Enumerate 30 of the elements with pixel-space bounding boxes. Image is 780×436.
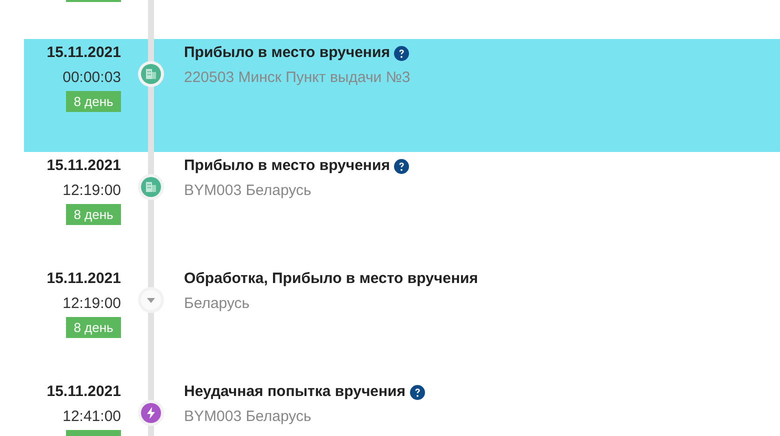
building-icon: [138, 61, 164, 87]
event-time: 12:41:00: [62, 407, 121, 427]
event-place: Беларусь: [184, 294, 251, 314]
bolt-icon: [138, 400, 164, 426]
event-title: Прибыло в место вручения: [184, 43, 390, 63]
event-title: Неудачная попытка вручения: [184, 382, 406, 402]
event-time: 12:19:00: [62, 294, 121, 314]
timeline-row[interactable]: 15.11.2021 12:19:00 8 день Обработка, Прибыло в место вручения Беларусь: [24, 265, 780, 378]
help-icon[interactable]: [394, 46, 409, 60]
event-date: 15.11.2021: [46, 269, 121, 289]
day-badge: 8 день: [66, 91, 121, 112]
timeline-row[interactable]: 15.11.2021 12:19:00 8 день Прибыло в место вручения BYM003 Беларусь: [24, 152, 780, 265]
event-place: 220503 Минск Пункт выдачи №3: [184, 68, 412, 88]
event-title: Прибыло в место вручения: [184, 156, 390, 176]
event-title: Обработка, Прибыло в место вручения: [184, 269, 478, 289]
event-place: BYM003 Беларусь: [184, 407, 312, 427]
building-icon: [138, 174, 164, 200]
event-time: 12:19:00: [62, 181, 121, 201]
help-icon[interactable]: [410, 384, 425, 400]
event-place: BYM003 Беларусь: [184, 181, 312, 201]
timeline-row[interactable]: 15.11.2021 12:41:00 Неудачная попытка вручения BYM003 Беларусь: [24, 378, 780, 436]
event-date: 15.11.2021: [46, 43, 121, 63]
help-icon[interactable]: [394, 158, 409, 174]
caret-icon: [138, 287, 164, 313]
timeline-row[interactable]: 15.11.2021 00:00:03 8 день Прибыло в место вручения 220503 Минск Пункт выдачи №3: [24, 39, 780, 152]
event-date: 15.11.2021: [46, 156, 121, 176]
day-badge: 8 день: [66, 204, 121, 225]
event-time: 00:00:03: [62, 68, 121, 88]
day-badge: 8 день: [66, 317, 121, 338]
event-date: 15.11.2021: [46, 382, 121, 402]
